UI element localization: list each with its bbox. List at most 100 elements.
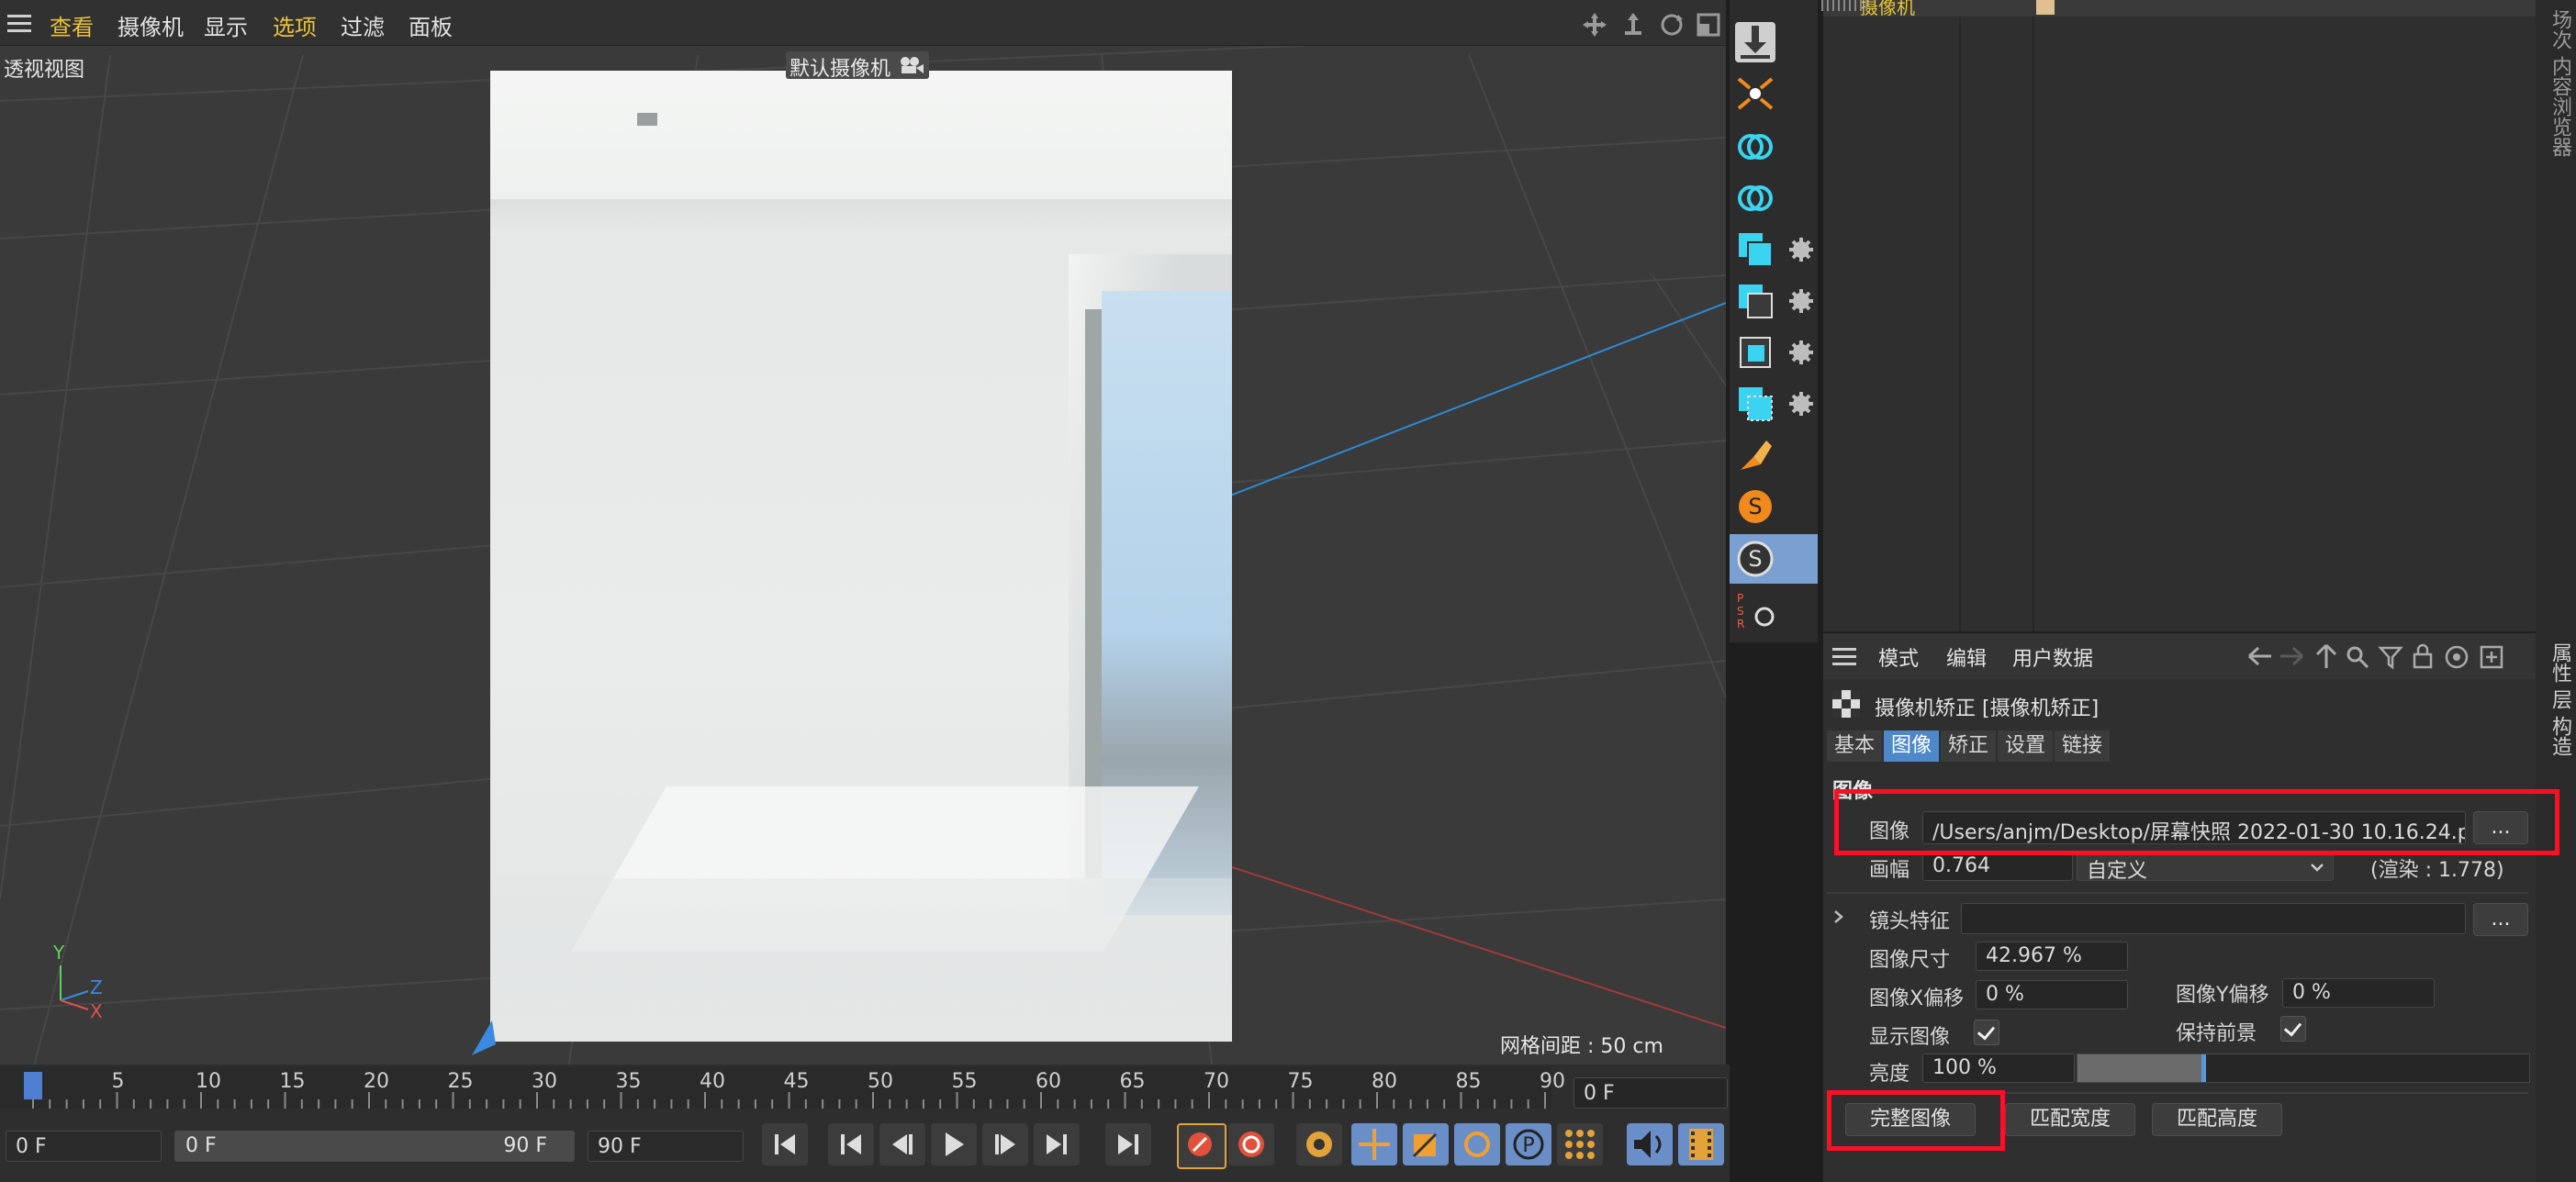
move-view-icon[interactable] xyxy=(1581,11,1608,39)
axis-y-label: Y xyxy=(53,942,65,964)
offset-x-field[interactable]: 0 % xyxy=(1976,980,2128,1009)
connect-button[interactable] xyxy=(1735,229,1775,270)
tab-settings[interactable]: 设置 xyxy=(1998,730,2054,762)
gear-icon[interactable] xyxy=(1788,237,1814,262)
sound-button[interactable] xyxy=(1627,1123,1673,1165)
lens-label: 镜头特征 xyxy=(1869,910,1951,933)
tick-label: 45 xyxy=(783,1070,810,1093)
brightness-slider[interactable] xyxy=(2077,1054,2530,1083)
film-button[interactable] xyxy=(1678,1123,1724,1165)
timeline-ruler[interactable] xyxy=(0,1066,1551,1109)
gear-icon[interactable] xyxy=(1788,391,1814,417)
camera-pointer-icon xyxy=(472,1020,496,1055)
center-axis-button[interactable] xyxy=(1735,73,1775,114)
key-rotation-button[interactable] xyxy=(1454,1123,1500,1165)
timeline-ticks xyxy=(32,1092,1546,1109)
tab-image[interactable]: 图像 xyxy=(1884,730,1940,762)
prev-frame-button[interactable] xyxy=(879,1123,925,1165)
sculpt-button[interactable] xyxy=(1735,435,1775,475)
target-icon[interactable] xyxy=(2444,644,2470,670)
key-position-button[interactable] xyxy=(1351,1123,1397,1165)
go-to-start-button[interactable] xyxy=(762,1123,808,1165)
boolean-button[interactable] xyxy=(1735,127,1775,167)
record-button[interactable] xyxy=(1177,1123,1226,1169)
back-arrow-icon[interactable] xyxy=(2246,644,2273,668)
menu-view[interactable]: 查看 xyxy=(50,9,94,41)
grid-spacing: 网格间距 : 50 cm xyxy=(1500,1035,1663,1058)
browse-lens-button[interactable]: ... xyxy=(2473,903,2528,936)
menu-icon[interactable] xyxy=(0,0,37,46)
script-active-button[interactable]: S xyxy=(1730,534,1818,584)
playhead[interactable] xyxy=(24,1072,42,1099)
filter-icon[interactable] xyxy=(2378,644,2403,670)
array-button[interactable] xyxy=(1735,384,1775,424)
tick-label: 85 xyxy=(1455,1070,1482,1093)
menu-camera[interactable]: 摄像机 xyxy=(118,9,184,41)
play-button[interactable] xyxy=(931,1123,977,1165)
panel-grip[interactable] xyxy=(1821,0,1869,11)
svg-text:P: P xyxy=(1522,1134,1534,1157)
offset-y-field[interactable]: 0 % xyxy=(2282,978,2435,1008)
image-size-field[interactable]: 42.967 % xyxy=(1976,942,2128,971)
psr-button[interactable]: PSR xyxy=(1735,589,1775,630)
rotate-view-icon[interactable] xyxy=(1658,11,1686,39)
script-button[interactable]: S xyxy=(1735,486,1775,527)
key-point-level-button[interactable] xyxy=(1557,1123,1603,1165)
tab-link[interactable]: 链接 xyxy=(2055,730,2111,762)
keyframe-settings-button[interactable] xyxy=(1296,1123,1342,1165)
keep-foreground-checkbox[interactable] xyxy=(2280,1016,2306,1042)
up-arrow-icon[interactable] xyxy=(2313,642,2339,670)
attr-menu-mode[interactable]: 模式 xyxy=(1878,642,1919,672)
maximize-view-icon[interactable] xyxy=(1695,11,1722,39)
chevron-right-icon[interactable] xyxy=(1831,909,1847,925)
menu-panel[interactable]: 面板 xyxy=(409,9,453,41)
key-parameter-button[interactable]: P xyxy=(1506,1123,1551,1165)
brightness-slider-handle[interactable] xyxy=(2201,1054,2207,1082)
auto-key-button[interactable] xyxy=(1228,1123,1274,1165)
gear-icon[interactable] xyxy=(1788,340,1814,365)
frame-value-field[interactable]: 0.764 xyxy=(1922,852,2073,881)
instance-button[interactable] xyxy=(1735,281,1775,321)
viewport[interactable]: 查看 摄像机 显示 选项 过滤 面板 透视视图 默认摄像机 Y Z X 网格间距… xyxy=(0,0,1726,1065)
attr-menu-edit[interactable]: 编辑 xyxy=(1946,642,1987,672)
objects-panel: 摄像机 xyxy=(1823,0,2536,631)
lock-icon[interactable] xyxy=(2411,642,2435,670)
side-tab-bottom[interactable]: 属性 层 构造 xyxy=(2545,642,2574,756)
forward-arrow-icon[interactable] xyxy=(2279,644,2306,668)
boolean-alt-button[interactable] xyxy=(1735,178,1775,218)
match-height-button[interactable]: 匹配高度 xyxy=(2152,1103,2282,1136)
new-panel-icon[interactable] xyxy=(2479,644,2504,670)
search-icon[interactable] xyxy=(2345,644,2370,670)
tool-column: S S PSR xyxy=(1730,0,1818,642)
drop-to-floor-button[interactable] xyxy=(1735,22,1775,62)
gear-icon[interactable] xyxy=(1788,288,1814,314)
tab-calibrate[interactable]: 矫正 xyxy=(1941,730,1997,762)
tab-basic[interactable]: 基本 xyxy=(1827,730,1883,762)
start-frame-field[interactable]: 0 F xyxy=(6,1131,162,1162)
lens-field[interactable] xyxy=(1961,903,2466,934)
menu-filter[interactable]: 过滤 xyxy=(341,9,385,41)
zoom-view-icon[interactable] xyxy=(1619,11,1647,39)
key-scale-button[interactable] xyxy=(1403,1123,1449,1165)
end-frame-field[interactable]: 90 F xyxy=(588,1131,744,1162)
next-key-button[interactable] xyxy=(1034,1123,1080,1165)
frame-range-slider[interactable]: 0 F 90 F xyxy=(174,1131,575,1162)
brightness-field[interactable]: 100 % xyxy=(1922,1054,2075,1083)
attributes-menu-icon[interactable] xyxy=(1831,644,1860,668)
tick-label: 50 xyxy=(868,1070,893,1093)
tick-label: 70 xyxy=(1204,1070,1229,1093)
frame-mode-value: 自定义 xyxy=(2087,860,2148,881)
menu-options[interactable]: 选项 xyxy=(273,9,317,41)
prev-key-button[interactable] xyxy=(828,1123,874,1165)
current-frame-field[interactable]: 0 F xyxy=(1574,1077,1728,1109)
menu-display[interactable]: 显示 xyxy=(204,9,248,41)
show-image-checkbox[interactable] xyxy=(1974,1020,1999,1045)
go-to-end-button[interactable] xyxy=(1105,1123,1151,1165)
highlight-full-image xyxy=(1827,1090,2005,1151)
side-tab-top[interactable]: 场次 内容浏览器 xyxy=(2545,9,2574,157)
next-frame-button[interactable] xyxy=(982,1123,1028,1165)
attr-menu-userdata[interactable]: 用户数据 xyxy=(2012,642,2093,672)
frame-mode-select[interactable]: 自定义 xyxy=(2077,852,2334,881)
subtract-button[interactable] xyxy=(1735,332,1775,373)
match-width-button[interactable]: 匹配宽度 xyxy=(2005,1103,2135,1136)
